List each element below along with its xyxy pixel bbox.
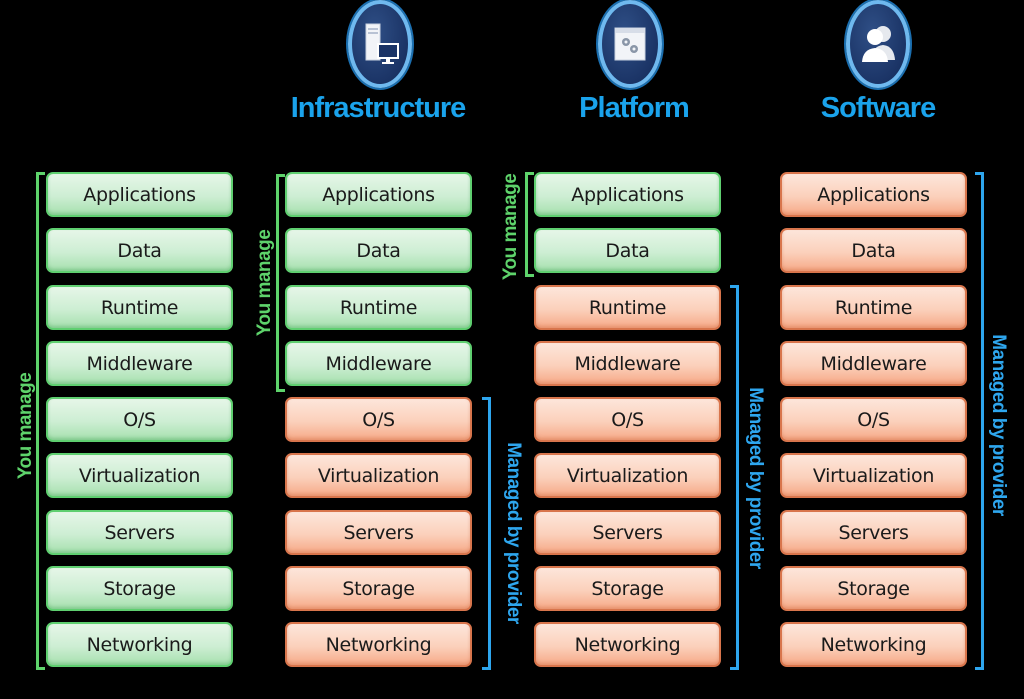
layer-os: O/S <box>780 397 967 442</box>
you-manage-label-platform: You manage <box>500 173 521 281</box>
layer-data: Data <box>534 228 721 273</box>
you-manage-bracket-infrastructure <box>276 174 285 392</box>
layer-storage: Storage <box>46 566 233 611</box>
you-manage-bracket-platform <box>525 172 534 277</box>
layer-servers: Servers <box>46 510 233 555</box>
provider-bracket-software <box>975 172 984 670</box>
layer-virtualization: Virtualization <box>534 453 721 498</box>
provider-label-platform: Managed by provider <box>745 387 766 569</box>
layer-os: O/S <box>46 397 233 442</box>
layer-networking: Networking <box>46 622 233 667</box>
infrastructure-icon <box>348 0 412 88</box>
layer-data: Data <box>780 228 967 273</box>
heading-infrastructure: Infrastructure <box>290 92 467 124</box>
layer-os: O/S <box>534 397 721 442</box>
layer-middleware: Middleware <box>285 341 472 386</box>
platform-icon <box>598 0 662 88</box>
layer-runtime: Runtime <box>46 285 233 330</box>
layer-applications: Applications <box>46 172 233 217</box>
layer-middleware: Middleware <box>780 341 967 386</box>
layer-runtime: Runtime <box>285 285 472 330</box>
layer-runtime: Runtime <box>534 285 721 330</box>
you-manage-label-on-premises: You manage <box>15 372 36 480</box>
provider-label-infrastructure: Managed by provider <box>503 442 524 624</box>
software-icon <box>846 0 910 88</box>
layer-storage: Storage <box>780 566 967 611</box>
layer-networking: Networking <box>534 622 721 667</box>
provider-label-software: Managed by provider <box>988 334 1009 516</box>
you-manage-bracket-on-premises <box>36 172 45 670</box>
layer-applications: Applications <box>285 172 472 217</box>
layer-applications: Applications <box>534 172 721 217</box>
layer-middleware: Middleware <box>46 341 233 386</box>
window-gears-icon <box>614 27 646 61</box>
layer-virtualization: Virtualization <box>46 453 233 498</box>
server-monitor-icon <box>365 23 399 64</box>
layer-servers: Servers <box>534 510 721 555</box>
users-icon <box>862 26 895 62</box>
layer-networking: Networking <box>285 622 472 667</box>
provider-bracket-infrastructure <box>482 397 491 670</box>
you-manage-label-infrastructure: You manage <box>254 229 275 337</box>
provider-bracket-platform <box>730 285 739 670</box>
layer-data: Data <box>285 228 472 273</box>
heading-software: Software <box>820 92 936 124</box>
heading-platform: Platform <box>579 92 690 124</box>
layer-applications: Applications <box>780 172 967 217</box>
layer-runtime: Runtime <box>780 285 967 330</box>
layer-middleware: Middleware <box>534 341 721 386</box>
layer-storage: Storage <box>285 566 472 611</box>
layer-servers: Servers <box>780 510 967 555</box>
layer-servers: Servers <box>285 510 472 555</box>
layer-storage: Storage <box>534 566 721 611</box>
layer-virtualization: Virtualization <box>285 453 472 498</box>
layer-data: Data <box>46 228 233 273</box>
layer-virtualization: Virtualization <box>780 453 967 498</box>
layer-os: O/S <box>285 397 472 442</box>
layer-networking: Networking <box>780 622 967 667</box>
